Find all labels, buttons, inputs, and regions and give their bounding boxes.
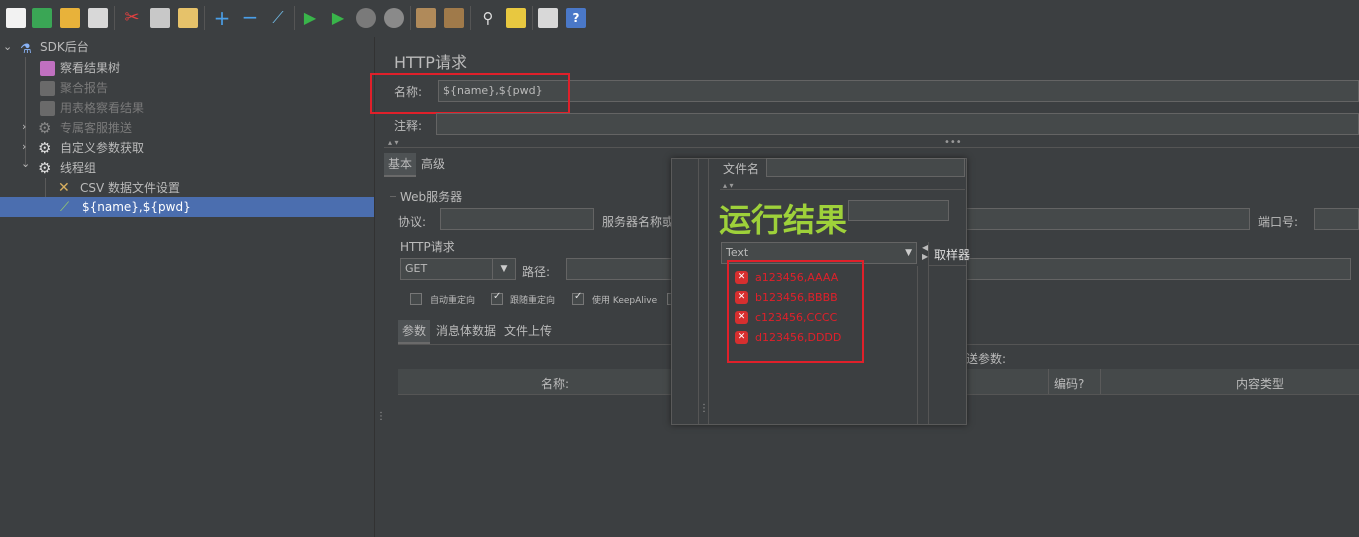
search-input[interactable] bbox=[848, 200, 949, 221]
server-label: 服务器名称或 bbox=[602, 215, 675, 229]
save-icon[interactable] bbox=[88, 8, 108, 28]
reset-search-icon[interactable] bbox=[506, 8, 526, 28]
tools-icon: ✕ bbox=[58, 180, 70, 196]
toolbar-separator bbox=[532, 6, 533, 30]
drag-handle-icon[interactable]: ⋮ bbox=[699, 403, 709, 414]
auto-redirect-label: 自动重定向 bbox=[430, 296, 476, 306]
tab-advanced[interactable]: 高级 bbox=[417, 153, 449, 175]
method-value: GET bbox=[405, 262, 428, 275]
divider bbox=[929, 265, 966, 266]
results-overlay: ⋮ 文件名 ▴ ▾ 运行结果 Text ▼ ◀ ▶ 取样器 ✕ a123456,A… bbox=[671, 158, 970, 425]
protocol-label: 协议: bbox=[398, 215, 427, 229]
auto-redirect-checkbox[interactable] bbox=[410, 293, 422, 305]
stop-icon[interactable] bbox=[356, 8, 376, 28]
collapse-icon[interactable]: − bbox=[240, 7, 260, 28]
divider bbox=[1100, 369, 1101, 394]
dropdown-arrow-icon[interactable]: ▼ bbox=[905, 243, 912, 263]
help-icon[interactable]: ? bbox=[566, 8, 586, 28]
column-encode[interactable]: 编码? bbox=[1054, 375, 1084, 392]
clear-all-icon[interactable] bbox=[444, 8, 464, 28]
clear-icon[interactable] bbox=[416, 8, 436, 28]
path-label: 路径: bbox=[522, 265, 551, 279]
panel-title: HTTP请求 bbox=[394, 53, 467, 72]
cut-icon[interactable]: ✂ bbox=[122, 8, 142, 28]
renderer-value: Text bbox=[726, 246, 749, 259]
follow-redirect-label: 跟随重定向 bbox=[510, 296, 556, 306]
follow-redirect-checkbox[interactable] bbox=[491, 291, 503, 305]
method-select[interactable]: GET ▼ bbox=[400, 258, 516, 280]
chart-icon bbox=[40, 81, 55, 96]
open-icon[interactable] bbox=[60, 8, 80, 28]
chevron-right-icon[interactable]: › bbox=[22, 120, 26, 133]
test-plan-tree: ⌄ ⚗ SDK后台 察看结果树 聚合报告 用表格察看结果 › ⚙ 专属客服推送 … bbox=[0, 37, 374, 537]
file-name-input[interactable] bbox=[766, 158, 965, 177]
toolbar-separator bbox=[114, 6, 115, 30]
divider bbox=[1048, 369, 1049, 394]
toolbar: ✂ + − ⟋ ▶ ▶ ⚲ ? bbox=[0, 0, 1359, 38]
comment-label: 注释: bbox=[394, 119, 423, 133]
keepalive-label: 使用 KeepAlive bbox=[592, 296, 658, 306]
toolbar-separator bbox=[410, 6, 411, 30]
highlight-box bbox=[727, 260, 864, 363]
sampler-panel: 取样器 bbox=[928, 242, 970, 424]
sampler-tab[interactable]: 取样器 bbox=[934, 246, 970, 263]
port-label: 端口号: bbox=[1258, 215, 1299, 229]
paste-icon[interactable] bbox=[178, 8, 198, 28]
shutdown-icon[interactable] bbox=[384, 8, 404, 28]
new-icon[interactable] bbox=[6, 8, 26, 28]
toolbar-separator bbox=[470, 6, 471, 30]
templates-icon[interactable] bbox=[32, 8, 52, 28]
overlay-gutter bbox=[672, 159, 699, 424]
search-icon[interactable]: ⚲ bbox=[478, 8, 498, 28]
chevron-down-icon[interactable]: ⌄ bbox=[3, 40, 12, 53]
toolbar-separator bbox=[294, 6, 295, 30]
gear-icon: ⚙ bbox=[38, 159, 52, 177]
column-content-type[interactable]: 内容类型 bbox=[1236, 375, 1284, 392]
web-server-legend: Web服务器 bbox=[400, 190, 463, 204]
expand-icon[interactable]: + bbox=[212, 8, 232, 28]
toggle-icon[interactable]: ⟋ bbox=[268, 8, 288, 28]
divider bbox=[384, 147, 1359, 148]
flask-icon: ⚗ bbox=[20, 42, 32, 57]
gear-icon: ⚙ bbox=[38, 119, 52, 137]
function-helper-icon[interactable] bbox=[538, 8, 558, 28]
divider bbox=[720, 189, 965, 190]
port-input[interactable] bbox=[1314, 208, 1359, 230]
chart-icon bbox=[40, 61, 55, 76]
overlay-title: 运行结果 bbox=[719, 201, 848, 239]
name-input[interactable]: ${name},${pwd} bbox=[438, 80, 1359, 102]
gear-icon: ⚙ bbox=[38, 139, 52, 157]
chevron-right-icon[interactable]: › bbox=[22, 140, 26, 153]
overlay-gutter: ⋮ bbox=[698, 159, 709, 424]
tab-parameters[interactable]: 参数 bbox=[398, 320, 431, 344]
comment-input[interactable] bbox=[436, 113, 1359, 135]
http-request-legend: HTTP请求 bbox=[400, 240, 455, 254]
tab-files-upload[interactable]: 文件上传 bbox=[500, 320, 556, 342]
keepalive-checkbox[interactable] bbox=[572, 291, 584, 305]
pipette-icon: ⟋ bbox=[60, 200, 70, 215]
dropdown-arrow-icon[interactable]: ▼ bbox=[492, 259, 515, 279]
chart-icon bbox=[40, 101, 55, 116]
divider bbox=[390, 196, 396, 197]
tab-body-data[interactable]: 消息体数据 bbox=[432, 320, 500, 342]
start-icon[interactable]: ▶ bbox=[300, 8, 320, 28]
column-name[interactable]: 名称: bbox=[541, 375, 569, 392]
toolbar-separator bbox=[204, 6, 205, 30]
protocol-input[interactable] bbox=[440, 208, 594, 230]
start-no-pause-icon[interactable]: ▶ bbox=[328, 8, 348, 28]
server-input[interactable] bbox=[960, 208, 1250, 230]
chevron-down-icon[interactable]: ⌄ bbox=[21, 157, 30, 170]
send-params-label: 送参数: bbox=[966, 352, 1007, 366]
file-name-label: 文件名 bbox=[723, 162, 760, 176]
tab-basic[interactable]: 基本 bbox=[384, 153, 417, 177]
highlight-box bbox=[370, 73, 570, 114]
tree-item-http-request[interactable]: ⟋ ${name},${pwd} bbox=[0, 197, 374, 217]
copy-icon[interactable] bbox=[150, 8, 170, 28]
collapse-arrows-icon[interactable]: ▴ ▾ bbox=[388, 138, 399, 147]
